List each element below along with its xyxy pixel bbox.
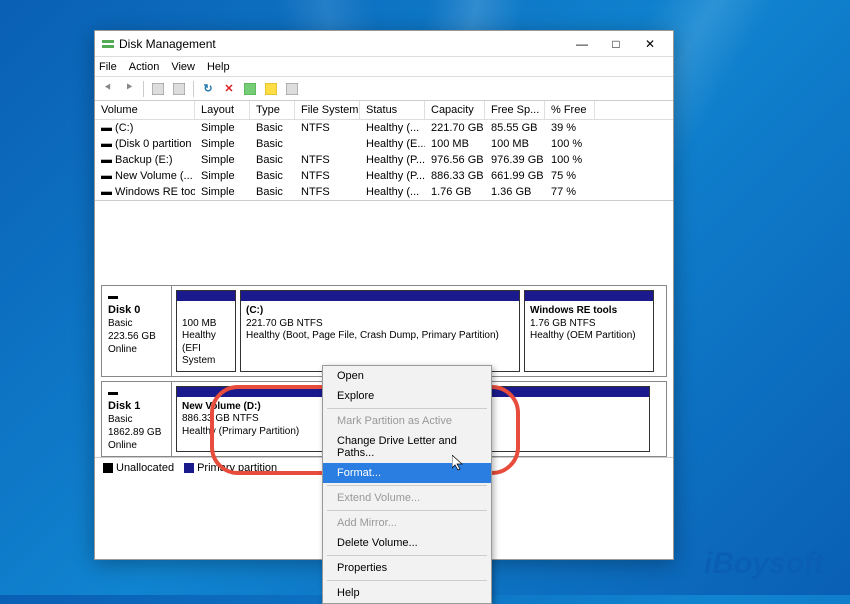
- col-volume[interactable]: Volume: [95, 101, 195, 119]
- col-layout[interactable]: Layout: [195, 101, 250, 119]
- menu-item: Mark Partition as Active: [323, 411, 491, 431]
- titlebar[interactable]: Disk Management — □ ✕: [95, 31, 673, 57]
- menu-item: Extend Volume...: [323, 488, 491, 508]
- disk-label: ▬ Disk 0Basic223.56 GBOnline: [102, 286, 172, 376]
- forward-icon[interactable]: ⯈: [120, 80, 138, 98]
- menu-item[interactable]: Open: [323, 366, 491, 386]
- tool-icon[interactable]: [283, 80, 301, 98]
- menu-item: Add Mirror...: [323, 513, 491, 533]
- legend-swatch-primary: [184, 463, 194, 473]
- legend-swatch-unallocated: [103, 463, 113, 473]
- col-free[interactable]: Free Sp...: [485, 101, 545, 119]
- col-status[interactable]: Status: [360, 101, 425, 119]
- menu-action[interactable]: Action: [129, 61, 160, 73]
- tool-icon[interactable]: [241, 80, 259, 98]
- menu-item[interactable]: Help: [323, 583, 491, 603]
- delete-icon[interactable]: ✕: [220, 80, 238, 98]
- menu-file[interactable]: File: [99, 61, 117, 73]
- refresh-icon[interactable]: ↻: [199, 80, 217, 98]
- tool-icon[interactable]: [149, 80, 167, 98]
- table-row[interactable]: ▬ New Volume (...SimpleBasicNTFSHealthy …: [95, 168, 673, 184]
- menu-view[interactable]: View: [171, 61, 195, 73]
- disk-row[interactable]: ▬ Disk 0Basic223.56 GBOnline100 MBHealth…: [101, 285, 667, 377]
- toolbar: ⯇ ⯈ ↻ ✕: [95, 77, 673, 101]
- partition[interactable]: 100 MBHealthy (EFI System: [176, 290, 236, 372]
- menu-item[interactable]: Properties: [323, 558, 491, 578]
- menubar: File Action View Help: [95, 57, 673, 77]
- menu-item[interactable]: Delete Volume...: [323, 533, 491, 553]
- col-fs[interactable]: File System: [295, 101, 360, 119]
- col-pct[interactable]: % Free: [545, 101, 595, 119]
- volume-list[interactable]: Volume Layout Type File System Status Ca…: [95, 101, 673, 201]
- table-row[interactable]: ▬ Backup (E:)SimpleBasicNTFSHealthy (P..…: [95, 152, 673, 168]
- maximize-button[interactable]: □: [599, 33, 633, 55]
- partition[interactable]: (C:)221.70 GB NTFSHealthy (Boot, Page Fi…: [240, 290, 520, 372]
- table-row[interactable]: ▬ (C:)SimpleBasicNTFSHealthy (...221.70 …: [95, 120, 673, 136]
- properties-icon[interactable]: [262, 80, 280, 98]
- menu-help[interactable]: Help: [207, 61, 230, 73]
- tool-icon[interactable]: [170, 80, 188, 98]
- partition[interactable]: Windows RE tools1.76 GB NTFSHealthy (OEM…: [524, 290, 654, 372]
- table-row[interactable]: ▬ Windows RE toolsSimpleBasicNTFSHealthy…: [95, 184, 673, 200]
- menu-item[interactable]: Explore: [323, 386, 491, 406]
- list-header[interactable]: Volume Layout Type File System Status Ca…: [95, 101, 673, 120]
- col-type[interactable]: Type: [250, 101, 295, 119]
- minimize-button[interactable]: —: [565, 33, 599, 55]
- back-icon[interactable]: ⯇: [99, 80, 117, 98]
- close-button[interactable]: ✕: [633, 33, 667, 55]
- cursor-icon: [452, 455, 468, 474]
- brand-logo: iBoysoft: [704, 547, 824, 581]
- window-title: Disk Management: [119, 37, 565, 51]
- disk-label: ▬ Disk 1Basic1862.89 GBOnline: [102, 382, 172, 456]
- table-row[interactable]: ▬ (Disk 0 partition 1)SimpleBasicHealthy…: [95, 136, 673, 152]
- col-capacity[interactable]: Capacity: [425, 101, 485, 119]
- app-icon: [101, 37, 115, 51]
- context-menu[interactable]: OpenExploreMark Partition as ActiveChang…: [322, 365, 492, 604]
